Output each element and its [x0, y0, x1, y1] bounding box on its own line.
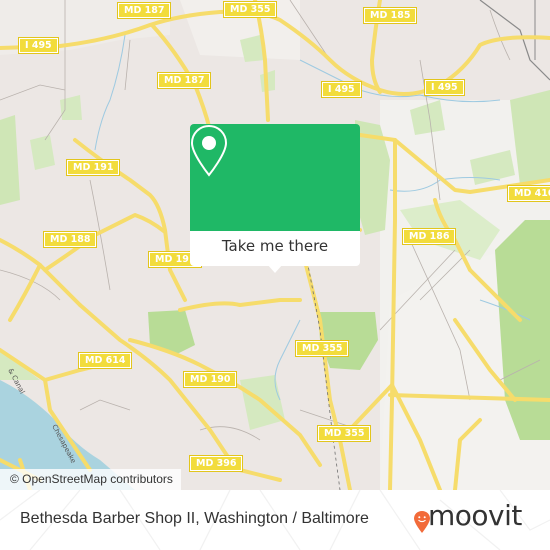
place-title: Bethesda Barber Shop II, Washington / Ba…: [20, 510, 369, 527]
road-label: MD 185: [362, 7, 418, 24]
road-label: MD 410: [506, 185, 550, 202]
map-pin-icon: [190, 124, 228, 177]
road-label: I 495: [321, 81, 362, 98]
road-label: MD 396: [188, 455, 244, 472]
road-label: MD 186: [401, 228, 457, 245]
road-label: MD 614: [77, 352, 133, 369]
take-me-there-button[interactable]: Take me there: [190, 231, 360, 266]
road-label: MD 355: [222, 1, 278, 18]
popup-pointer: [267, 264, 283, 273]
road-label: MD 355: [316, 425, 372, 442]
map-view[interactable]: Chesapeake & Canal MD 187 MD 355 MD 185 …: [0, 0, 550, 490]
road-label: I 495: [424, 79, 465, 96]
road-label: I 495: [18, 37, 59, 54]
road-label: MD 188: [42, 231, 98, 248]
footer-bar: Bethesda Barber Shop II, Washington / Ba…: [0, 490, 550, 550]
location-popup: Take me there: [190, 124, 360, 273]
road-label: MD 190: [182, 371, 238, 388]
moovit-logo-text: moovit: [428, 499, 522, 532]
road-label: MD 187: [156, 72, 212, 89]
road-label: MD 187: [116, 2, 172, 19]
road-label: MD 355: [294, 340, 350, 357]
popup-header: [190, 124, 360, 231]
map-attribution[interactable]: © OpenStreetMap contributors: [0, 469, 181, 490]
road-label: MD 191: [65, 159, 121, 176]
